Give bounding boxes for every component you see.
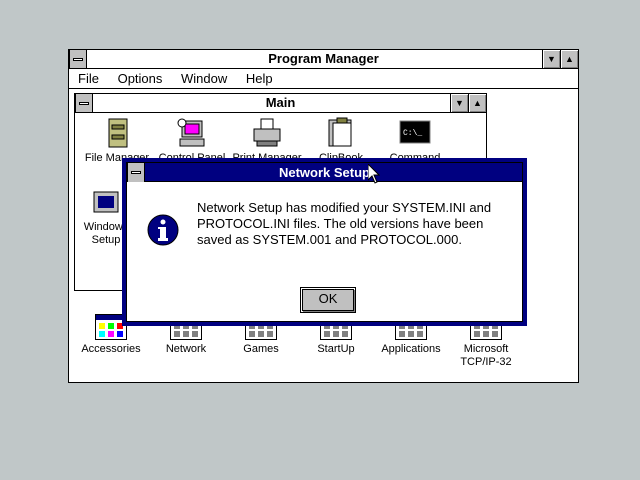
main-minimize-button[interactable]: ▼ — [450, 94, 468, 112]
accessories-label: Accessories — [81, 343, 141, 355]
menu-file[interactable]: File — [78, 69, 99, 88]
dialog-titlebar[interactable]: Network Setup — [127, 163, 522, 182]
main-system-menu-button[interactable] — [75, 94, 93, 112]
ms-dos-icon: C:\_ — [399, 117, 431, 149]
control-panel-image-icon — [176, 117, 208, 149]
menu-help[interactable]: Help — [246, 69, 273, 88]
setup-image-icon — [90, 186, 122, 218]
network-label: Network — [165, 343, 207, 355]
minimize-button[interactable]: ▼ — [542, 50, 560, 68]
information-icon — [147, 214, 179, 246]
dialog-system-menu-button[interactable] — [127, 163, 145, 182]
ok-button[interactable]: OK — [300, 287, 356, 313]
main-maximize-button[interactable]: ▲ — [468, 94, 486, 112]
applications-label: Applications — [381, 343, 441, 355]
main-group-title: Main — [265, 95, 296, 110]
menu-options[interactable]: Options — [118, 69, 163, 88]
dialog-title: Network Setup — [278, 165, 370, 180]
menu-bar: File Options Window Help — [69, 69, 578, 89]
system-menu-button[interactable] — [69, 50, 87, 68]
setup-label: Setup — [91, 234, 121, 246]
program-manager-title: Program Manager — [268, 51, 379, 66]
system-menu-icon — [131, 171, 141, 174]
dialog-body: Network Setup Network Setup has modified… — [126, 162, 523, 322]
mouse-cursor-icon — [367, 162, 381, 184]
svg-text:C:\_: C:\_ — [403, 129, 422, 138]
printer-icon — [251, 117, 283, 149]
startup-label: StartUp — [317, 343, 355, 355]
clipbook-image-icon — [325, 117, 357, 149]
program-manager-titlebar[interactable]: Program Manager — [69, 50, 578, 69]
system-menu-icon — [73, 57, 83, 61]
menu-window[interactable]: Window — [181, 69, 227, 88]
maximize-button[interactable]: ▲ — [560, 50, 578, 68]
main-group-titlebar[interactable]: Main — [75, 94, 486, 113]
file-cabinet-icon — [101, 117, 133, 149]
network-setup-dialog: Network Setup Network Setup has modified… — [122, 158, 527, 326]
games-label: Games — [243, 343, 279, 355]
system-menu-icon — [79, 101, 89, 105]
dialog-message: Network Setup has modified your SYSTEM.I… — [197, 200, 492, 247]
microsoft-tcpip-label: Microsoft TCP/IP-32 — [460, 343, 512, 368]
